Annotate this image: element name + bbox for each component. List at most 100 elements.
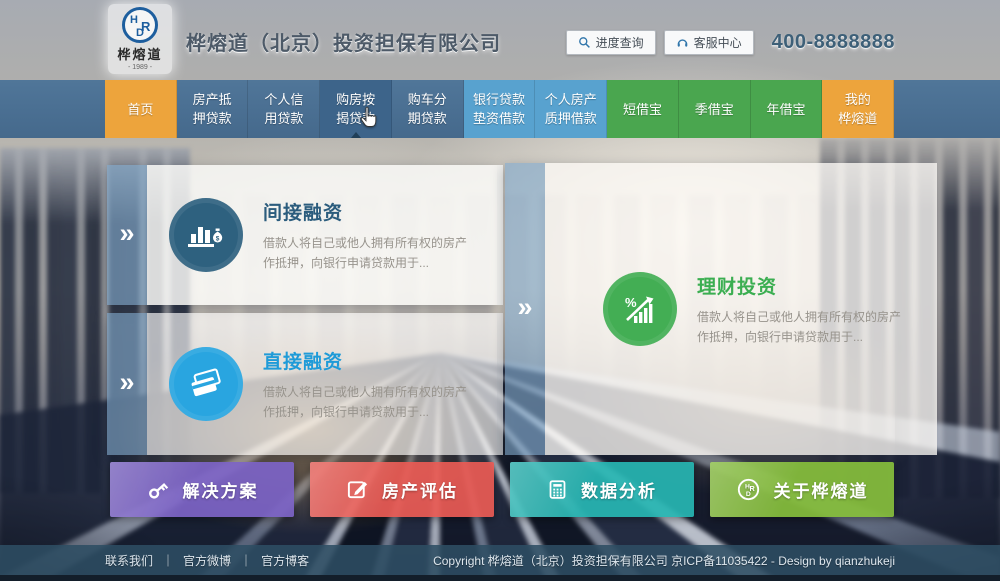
header-actions: 进度查询 客服中心 400-8888888 [566, 30, 895, 55]
key-icon [146, 478, 170, 502]
hotline-number: 400-8888888 [772, 31, 895, 54]
nav-item-property-pledge-loan[interactable]: 个人房产 质押借款 [535, 80, 607, 138]
hrd-monogram-icon: H R D [122, 7, 158, 43]
card-arrow-strip[interactable]: » [505, 163, 545, 455]
card-body: $ 间接融资 借款人将自己或他人拥有所有权的房产 作抵押，向银行申请贷款用于..… [147, 165, 503, 305]
nav-label: 个人信 [264, 90, 303, 109]
svg-text:%: % [625, 295, 637, 310]
footer-link-contact-us[interactable]: 联系我们 [105, 552, 153, 569]
card-description: 借款人将自己或他人拥有所有权的房产 作抵押，向银行申请贷款用于... [263, 382, 503, 422]
nav-label: 桦熔道 [838, 109, 877, 128]
copyright-text: Copyright 桦熔道（北京）投资担保有限公司 京ICP备11035422 … [433, 552, 895, 569]
card-title[interactable]: 理财投资 [697, 272, 937, 299]
footer-link-official-blog[interactable]: 官方博客 [261, 552, 309, 569]
action-label: 关于桦熔道 [774, 477, 869, 502]
nav-label: 季借宝 [695, 100, 734, 119]
indirect-financing-card[interactable]: » $ 间接融资 借款人将自 [107, 165, 497, 305]
nav-item-my-account[interactable]: 我的 桦熔道 [822, 80, 894, 138]
chevron-right-icon: » [119, 220, 134, 251]
logo-letter-d: D [136, 28, 144, 39]
nav-label: 个人房产 [545, 90, 597, 109]
nav-label: 首页 [127, 100, 153, 119]
nav-item-home[interactable]: 首页 [105, 80, 177, 138]
progress-query-label: 进度查询 [596, 34, 644, 51]
nav-label: 年借宝 [766, 100, 805, 119]
page-title: 桦熔道（北京）投资担保有限公司 [186, 27, 501, 56]
main-navigation: 首页 房产抵 押贷款 个人信 用贷款 购房按 揭贷款 购车分 期贷款 银行贷款 … [0, 80, 1000, 138]
nav-label: 短借宝 [623, 100, 662, 119]
service-center-label: 客服中心 [694, 34, 742, 51]
card-description: 借款人将自己或他人拥有所有权的房产 作抵押，向银行申请贷款用于... [263, 233, 503, 273]
headset-icon [676, 36, 689, 49]
desc-line: 借款人将自己或他人拥有所有权的房产 [697, 310, 901, 324]
card-text: 理财投资 借款人将自己或他人拥有所有权的房产 作抵押，向银行申请贷款用于... [697, 272, 937, 347]
logo-letter-h: H [130, 15, 138, 26]
nav-label: 押贷款 [193, 109, 232, 128]
footer-link-official-weibo[interactable]: 官方微博 [183, 552, 231, 569]
footer-links: 联系我们 ｜ 官方微博 ｜ 官方博客 [105, 552, 309, 569]
data-analysis-button[interactable]: 数据分析 [510, 462, 694, 517]
credit-cards-icon [169, 347, 243, 421]
card-title[interactable]: 间接融资 [263, 198, 503, 225]
percent-growth-icon: % [603, 272, 677, 346]
card-text: 间接融资 借款人将自己或他人拥有所有权的房产 作抵押，向银行申请贷款用于... [263, 198, 503, 273]
chevron-right-icon: » [517, 294, 532, 325]
desc-line: 作抵押，向银行申请贷款用于... [263, 405, 429, 419]
nav-label: 质押借款 [545, 109, 597, 128]
nav-label: 购车分 [408, 90, 447, 109]
card-arrow-strip[interactable]: » [107, 165, 147, 305]
desc-line: 作抵押，向银行申请贷款用于... [697, 330, 863, 344]
about-company-button[interactable]: H R D 关于桦熔道 [710, 462, 894, 517]
cursor-hand-icon [358, 106, 380, 130]
footer-separator: ｜ [162, 552, 174, 569]
direct-financing-card[interactable]: » 直接融资 借款人将自己或他人拥有所有权的房产 [107, 313, 497, 455]
property-appraisal-button[interactable]: 房产评估 [310, 462, 494, 517]
nav-hover-notch [351, 132, 361, 138]
calculator-icon [547, 478, 568, 501]
nav-item-home-purchase-loan[interactable]: 购房按 揭贷款 [320, 80, 392, 138]
nav-items: 首页 房产抵 押贷款 个人信 用贷款 购房按 揭贷款 购车分 期贷款 银行贷款 … [105, 80, 894, 138]
card-arrow-strip[interactable]: » [107, 313, 147, 455]
action-label: 数据分析 [581, 477, 657, 502]
logo-year: - 1989 - [128, 64, 152, 71]
nav-item-quarterly-bao[interactable]: 季借宝 [679, 80, 751, 138]
logo-name: 桦熔道 [117, 44, 162, 63]
nav-item-property-mortgage-loan[interactable]: 房产抵 押贷款 [177, 80, 249, 138]
card-title[interactable]: 直接融资 [263, 347, 503, 374]
hrd-logo-icon: H R D [736, 477, 761, 502]
header: H R D 桦熔道 - 1989 - 桦熔道（北京）投资担保有限公司 进度查询 … [0, 0, 1000, 80]
desc-line: 借款人将自己或他人拥有所有权的房产 [263, 385, 467, 399]
investment-card[interactable]: » % 理财投资 借款人将自己或他人 [505, 163, 895, 455]
finance-panel: » $ 间接融资 借款人将自 [107, 165, 497, 455]
nav-item-car-installment-loan[interactable]: 购车分 期贷款 [392, 80, 464, 138]
action-label: 房产评估 [382, 477, 458, 502]
card-body: % 理财投资 借款人将自己或他人拥有所有权的房产 作抵押，向银行申请贷款用于..… [545, 163, 937, 455]
card-text: 直接融资 借款人将自己或他人拥有所有权的房产 作抵押，向银行申请贷款用于... [263, 347, 503, 422]
nav-label: 期贷款 [408, 109, 447, 128]
action-label: 解决方案 [183, 477, 259, 502]
solutions-button[interactable]: 解决方案 [110, 462, 294, 517]
progress-query-button[interactable]: 进度查询 [566, 30, 656, 55]
bottom-strip [0, 575, 1000, 581]
nav-item-annual-bao[interactable]: 年借宝 [751, 80, 823, 138]
nav-item-personal-credit-loan[interactable]: 个人信 用贷款 [248, 80, 320, 138]
homepage: H R D 桦熔道 - 1989 - 桦熔道（北京）投资担保有限公司 进度查询 … [0, 0, 1000, 581]
quick-action-row: 解决方案 房产评估 数据分析 H [110, 462, 894, 517]
nav-item-short-term-bao[interactable]: 短借宝 [607, 80, 679, 138]
nav-label: 银行贷款 [473, 90, 525, 109]
service-center-button[interactable]: 客服中心 [664, 30, 754, 55]
footer: 联系我们 ｜ 官方微博 ｜ 官方博客 Copyright 桦熔道（北京）投资担保… [0, 545, 1000, 575]
desc-line: 作抵押，向银行申请贷款用于... [263, 256, 429, 270]
nav-label: 垫资借款 [473, 109, 525, 128]
search-icon [578, 36, 591, 49]
nav-label: 我的 [845, 90, 871, 109]
nav-item-bank-bridge-loan[interactable]: 银行贷款 垫资借款 [464, 80, 536, 138]
company-logo[interactable]: H R D 桦熔道 - 1989 - [108, 4, 172, 74]
nav-label: 用贷款 [264, 109, 303, 128]
svg-text:$: $ [216, 236, 220, 243]
card-description: 借款人将自己或他人拥有所有权的房产 作抵押，向银行申请贷款用于... [697, 307, 937, 347]
card-body: 直接融资 借款人将自己或他人拥有所有权的房产 作抵押，向银行申请贷款用于... [147, 313, 503, 455]
footer-separator: ｜ [240, 552, 252, 569]
bar-chart-money-icon: $ [169, 198, 243, 272]
chevron-right-icon: » [119, 369, 134, 400]
